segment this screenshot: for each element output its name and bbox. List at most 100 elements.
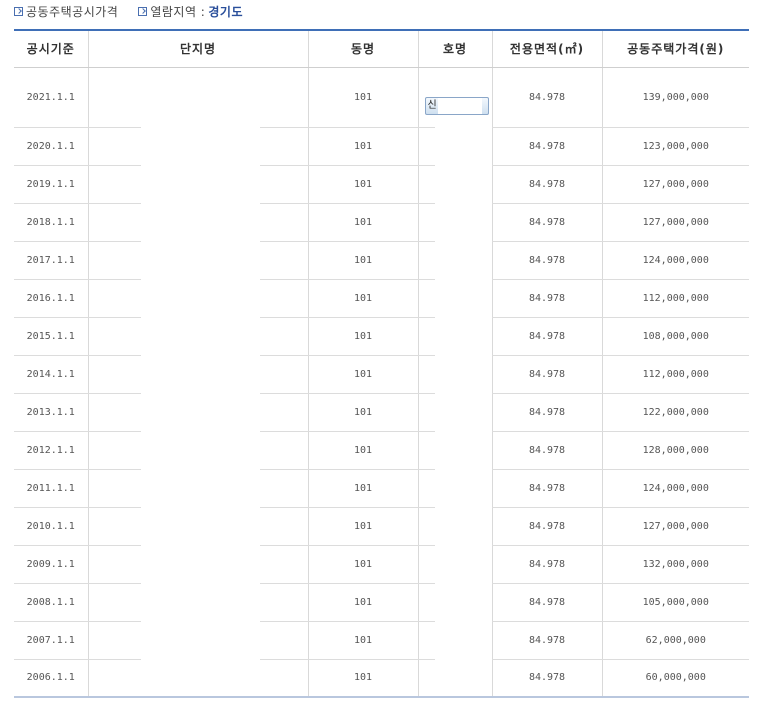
- cell-dong: 101: [307, 127, 418, 166]
- cell-area: 84.978: [491, 469, 602, 508]
- cell-area: 84.978: [491, 507, 602, 546]
- cell-date: 2011.1.1: [14, 469, 88, 508]
- price-table: 공시기준 단지명 동명 호명 전용면적(㎡) 공동주택가격(원) 2021.1.…: [14, 29, 749, 698]
- cell-dong: 101: [307, 67, 418, 128]
- cell-ho: [417, 545, 492, 584]
- table-row: 2015.1.1 101 84.978 108,000,000: [14, 317, 749, 356]
- table-row: 2018.1.1 101 84.978 127,000,000: [14, 203, 749, 242]
- cell-ho: [417, 431, 492, 470]
- cell-complex: [87, 67, 308, 128]
- col-header-dong: 동명: [307, 29, 418, 68]
- cell-date: 2010.1.1: [14, 507, 88, 546]
- cell-area: 84.978: [491, 127, 602, 166]
- table-row: 2019.1.1 101 84.978 127,000,000: [14, 165, 749, 204]
- cell-area: 84.978: [491, 67, 602, 128]
- cell-price: 122,000,000: [601, 393, 749, 432]
- cell-price: 123,000,000: [601, 127, 749, 166]
- cell-price: 108,000,000: [601, 317, 749, 356]
- cell-ho: [417, 165, 492, 204]
- cell-price: 132,000,000: [601, 545, 749, 584]
- cell-price: 112,000,000: [601, 355, 749, 394]
- cell-area: 84.978: [491, 317, 602, 356]
- cell-complex: [87, 165, 308, 204]
- cell-complex: [87, 393, 308, 432]
- cell-complex: [87, 507, 308, 546]
- chevron-right-icon: [14, 6, 23, 16]
- cell-date: 2019.1.1: [14, 165, 88, 204]
- cell-dong: 101: [307, 507, 418, 546]
- cell-complex: [87, 241, 308, 280]
- cell-date: 2009.1.1: [14, 545, 88, 584]
- cell-ho: [417, 127, 492, 166]
- cell-dong: 101: [307, 393, 418, 432]
- ho-select-label: 신: [427, 99, 437, 111]
- cell-ho: [417, 393, 492, 432]
- table-row: 2007.1.1 101 84.978 62,000,000: [14, 621, 749, 660]
- cell-area: 84.978: [491, 203, 602, 242]
- cell-area: 84.978: [491, 431, 602, 470]
- cell-ho: [417, 507, 492, 546]
- cell-ho: [417, 203, 492, 242]
- cell-price: 139,000,000: [601, 67, 749, 128]
- cell-dong: 101: [307, 279, 418, 318]
- ho-select-button[interactable]: 신: [424, 96, 489, 115]
- cell-price: 127,000,000: [601, 165, 749, 204]
- table-row: 2008.1.1 101 84.978 105,000,000: [14, 583, 749, 622]
- cell-price: 127,000,000: [601, 203, 749, 242]
- cell-date: 2008.1.1: [14, 583, 88, 622]
- cell-dong: 101: [307, 659, 418, 698]
- cell-price: 105,000,000: [601, 583, 749, 622]
- chevron-right-icon: [138, 6, 148, 16]
- cell-ho: [417, 469, 492, 508]
- cell-dong: 101: [307, 583, 418, 622]
- cell-complex: [87, 279, 308, 318]
- cell-dong: 101: [307, 621, 418, 660]
- cell-complex: [87, 469, 308, 508]
- cell-date: 2006.1.1: [14, 659, 88, 698]
- cell-ho: [417, 659, 492, 698]
- cell-ho: [417, 241, 492, 280]
- cell-dong: 101: [307, 545, 418, 584]
- region-label: 열람지역 :: [150, 4, 206, 19]
- cell-ho: [417, 317, 492, 356]
- col-header-date: 공시기준: [14, 29, 88, 68]
- cell-complex: [87, 659, 308, 698]
- cell-date: 2014.1.1: [14, 355, 88, 394]
- cell-dong: 101: [307, 431, 418, 470]
- cell-price: 128,000,000: [601, 431, 749, 470]
- table-row: 2016.1.1 101 84.978 112,000,000: [14, 279, 749, 318]
- table-row: 2013.1.1 101 84.978 122,000,000: [14, 393, 749, 432]
- table-row: 2020.1.1 101 84.978 123,000,000: [14, 127, 749, 166]
- cell-price: 127,000,000: [601, 507, 749, 546]
- cell-date: 2018.1.1: [14, 203, 88, 242]
- cell-ho: 신: [417, 67, 492, 128]
- cell-date: 2016.1.1: [14, 279, 88, 318]
- cell-complex: [87, 355, 308, 394]
- cell-area: 84.978: [491, 279, 602, 318]
- cell-price: 62,000,000: [601, 621, 749, 660]
- crumb-region: 열람지역 : 경기도: [138, 3, 243, 20]
- region-value: 경기도: [208, 4, 243, 19]
- cell-complex: [87, 127, 308, 166]
- cell-date: 2020.1.1: [14, 127, 88, 166]
- col-header-ho: 호명: [417, 29, 492, 68]
- col-header-area: 전용면적(㎡): [491, 29, 602, 68]
- cell-complex: [87, 545, 308, 584]
- cell-area: 84.978: [491, 165, 602, 204]
- cell-dong: 101: [307, 317, 418, 356]
- cell-complex: [87, 621, 308, 660]
- cell-date: 2013.1.1: [14, 393, 88, 432]
- table-row: 2021.1.1 101 신 84.978 139,000,000: [14, 67, 749, 128]
- breadcrumb: 공동주택공시가격 열람지역 : 경기도: [14, 0, 263, 22]
- cell-area: 84.978: [491, 241, 602, 280]
- cell-price: 60,000,000: [601, 659, 749, 698]
- cell-area: 84.978: [491, 659, 602, 698]
- cell-ho: [417, 355, 492, 394]
- table-row: 2017.1.1 101 84.978 124,000,000: [14, 241, 749, 280]
- table-row: 2011.1.1 101 84.978 124,000,000: [14, 469, 749, 508]
- cell-date: 2015.1.1: [14, 317, 88, 356]
- cell-area: 84.978: [491, 583, 602, 622]
- cell-dong: 101: [307, 469, 418, 508]
- crumb-title: 공동주택공시가격: [14, 3, 118, 20]
- cell-ho: [417, 583, 492, 622]
